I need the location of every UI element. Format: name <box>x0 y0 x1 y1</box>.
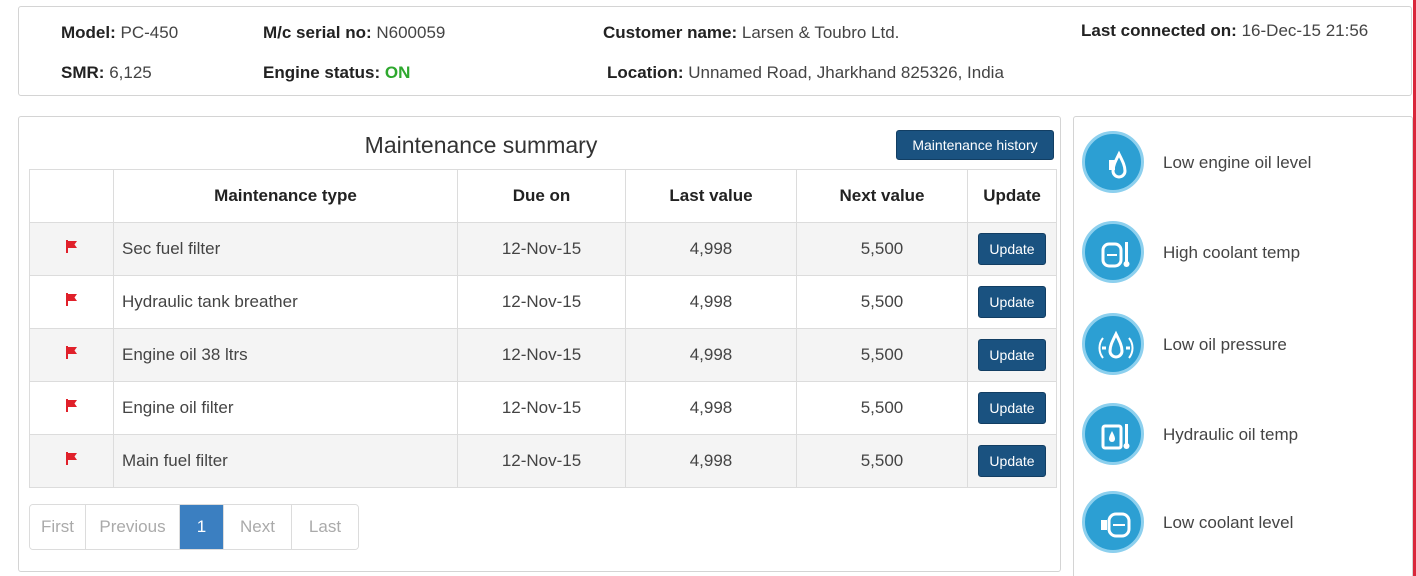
model-field: Model: PC-450 <box>61 23 179 42</box>
coolant-temp-icon <box>1082 221 1144 283</box>
flag-icon <box>65 398 79 418</box>
table-row: Engine oil 38 ltrs 12-Nov-15 4,998 5,500 Upd… <box>29 328 1057 382</box>
next-value-cell: 5,500 <box>796 222 968 276</box>
engine-status-field: Engine status: ON <box>263 63 411 82</box>
pager-current-page[interactable]: 1 <box>180 505 224 549</box>
next-value-cell: 5,500 <box>796 434 968 488</box>
due-on-cell: 12-Nov-15 <box>457 434 626 488</box>
hydraulic-oil-temp-icon <box>1082 403 1144 465</box>
overdue-flag-cell <box>29 381 114 435</box>
flag-icon <box>65 239 79 259</box>
update-button[interactable]: Update <box>978 233 1046 265</box>
overdue-flag-cell <box>29 222 114 276</box>
column-header-flag <box>29 169 114 223</box>
next-value-cell: 5,500 <box>796 328 968 382</box>
smr-field: SMR: 6,125 <box>61 63 152 82</box>
overdue-flag-cell <box>29 434 114 488</box>
last-connected-field: Last connected on: 16-Dec-15 21:56 <box>1081 21 1369 40</box>
maintenance-type-cell: Main fuel filter <box>113 434 458 488</box>
update-cell: Update <box>967 222 1057 276</box>
update-button[interactable]: Update <box>978 445 1046 477</box>
column-header-type: Maintenance type <box>113 169 458 223</box>
next-value-cell: 5,500 <box>796 275 968 329</box>
update-button[interactable]: Update <box>978 286 1046 318</box>
alerts-panel: Low engine oil level High coolant temp Low… <box>1073 116 1413 576</box>
last-value-cell: 4,998 <box>625 275 797 329</box>
column-header-next: Next value <box>796 169 968 223</box>
machine-info-header: Model: PC-450 SMR: 6,125 M/c serial no: … <box>18 6 1412 96</box>
update-cell: Update <box>967 434 1057 488</box>
table-row: Sec fuel filter 12-Nov-15 4,998 5,500 Update <box>29 222 1057 276</box>
update-button[interactable]: Update <box>978 392 1046 424</box>
next-value-cell: 5,500 <box>796 381 968 435</box>
maintenance-type-cell: Engine oil filter <box>113 381 458 435</box>
alert-label: Low engine oil level <box>1163 153 1312 172</box>
serial-field: M/c serial no: N600059 <box>263 23 446 42</box>
column-header-last: Last value <box>625 169 797 223</box>
maintenance-type-cell: Sec fuel filter <box>113 222 458 276</box>
engine-status-badge: ON <box>384 63 411 82</box>
update-cell: Update <box>967 328 1057 382</box>
flag-icon <box>65 451 79 471</box>
overdue-flag-cell <box>29 328 114 382</box>
last-value-cell: 4,998 <box>625 381 797 435</box>
maintenance-history-button[interactable]: Maintenance history <box>896 130 1054 160</box>
alert-label: Low coolant level <box>1163 513 1294 532</box>
last-value-cell: 4,998 <box>625 328 797 382</box>
pager-next[interactable]: Next <box>224 505 292 549</box>
due-on-cell: 12-Nov-15 <box>457 222 626 276</box>
engine-oil-level-icon <box>1082 131 1144 193</box>
pagination: First Previous 1 Next Last <box>29 504 359 550</box>
update-cell: Update <box>967 275 1057 329</box>
due-on-cell: 12-Nov-15 <box>457 275 626 329</box>
table-row: Engine oil filter 12-Nov-15 4,998 5,500 Upda… <box>29 381 1057 435</box>
column-header-update: Update <box>967 169 1057 223</box>
update-button[interactable]: Update <box>978 339 1046 371</box>
maintenance-type-cell: Hydraulic tank breather <box>113 275 458 329</box>
coolant-level-icon <box>1082 491 1144 553</box>
maintenance-table: Maintenance type Due on Last value Next … <box>29 169 1057 488</box>
location-field: Location: Unnamed Road, Jharkhand 825326… <box>607 63 1004 82</box>
table-header-row: Maintenance type Due on Last value Next … <box>29 169 1057 223</box>
flag-icon <box>65 292 79 312</box>
table-row: Hydraulic tank breather 12-Nov-15 4,998 5,5… <box>29 275 1057 329</box>
oil-pressure-icon <box>1082 313 1144 375</box>
maintenance-type-cell: Engine oil 38 ltrs <box>113 328 458 382</box>
overdue-flag-cell <box>29 275 114 329</box>
alert-label: High coolant temp <box>1163 243 1301 262</box>
column-header-due: Due on <box>457 169 626 223</box>
pager-first[interactable]: First <box>30 505 86 549</box>
alert-label: Hydraulic oil temp <box>1163 425 1299 444</box>
last-value-cell: 4,998 <box>625 222 797 276</box>
flag-icon <box>65 345 79 365</box>
table-row: Main fuel filter 12-Nov-15 4,998 5,500 Updat… <box>29 434 1057 488</box>
update-cell: Update <box>967 381 1057 435</box>
pager-last[interactable]: Last <box>292 505 358 549</box>
due-on-cell: 12-Nov-15 <box>457 328 626 382</box>
pager-previous[interactable]: Previous <box>86 505 180 549</box>
alert-label: Low oil pressure <box>1163 335 1287 354</box>
customer-field: Customer name: Larsen & Toubro Ltd. <box>603 23 900 42</box>
panel-title: Maintenance summary <box>364 132 598 158</box>
last-value-cell: 4,998 <box>625 434 797 488</box>
due-on-cell: 12-Nov-15 <box>457 381 626 435</box>
maintenance-summary-panel: Maintenance summary Maintenance history … <box>18 116 1061 572</box>
